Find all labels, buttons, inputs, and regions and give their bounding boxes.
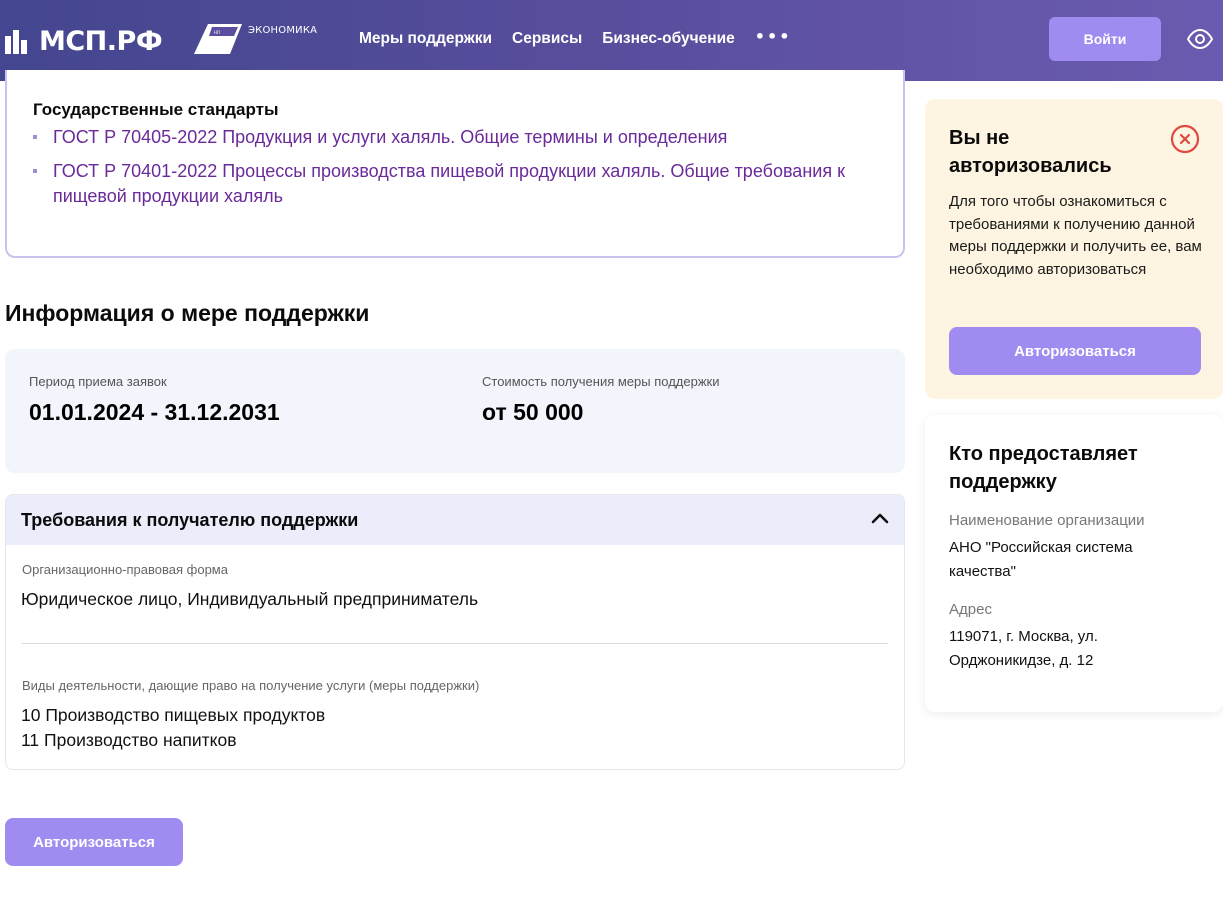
address-label: Адрес [949, 601, 992, 618]
national-project-logo[interactable]: НП ЭКОНОМИКА [194, 22, 317, 56]
close-icon[interactable] [1170, 124, 1200, 154]
provider-title: Кто предоставляет поддержку [949, 443, 1138, 493]
support-info-heading: Информация о мере поддержки [5, 300, 370, 326]
chevron-up-icon[interactable] [870, 511, 890, 525]
divider [22, 643, 888, 644]
period-label: Период приема заявок [29, 374, 167, 389]
period-value: 01.01.2024 - 31.12.2031 [29, 399, 280, 425]
period-block: Период приема заявок 01.01.2024 - 31.12.… [29, 374, 280, 426]
legal-form-value: Юридическое лицо, Индивидуальный предпри… [21, 589, 479, 609]
standard-link[interactable]: ГОСТ Р 70401-2022 Процессы производства … [29, 159, 889, 209]
national-project-label: ЭКОНОМИКА [248, 25, 318, 36]
legal-form-label: Организационно-правовая форма [22, 562, 228, 577]
notice-title: Вы не авторизовались [949, 127, 1112, 177]
accessibility-eye-icon[interactable] [1187, 28, 1213, 50]
notice-authorize-button[interactable]: Авторизоваться [949, 327, 1201, 375]
address-value: 119071, г. Москва, ул. Орджоникидзе, д. … [949, 628, 1098, 669]
org-label: Наименование организации [949, 512, 1145, 529]
login-button[interactable]: Войти [1049, 17, 1161, 61]
logo-mark-icon [5, 29, 33, 54]
org-value: АНО "Российская система качества" [949, 539, 1133, 580]
main-nav: Меры поддержки Сервисы Бизнес-обучение •… [359, 27, 792, 48]
requirements-title: Требования к получателю поддержки [21, 509, 359, 530]
activity-item: 11 Производство напитков [21, 730, 237, 750]
requirements-header[interactable]: Требования к получателю поддержки [6, 495, 904, 545]
nav-support-measures[interactable]: Меры поддержки [359, 30, 492, 48]
activity-item: 10 Производство пищевых продуктов [21, 705, 326, 725]
svg-text:НП: НП [214, 30, 220, 35]
support-info-box: Период приема заявок 01.01.2024 - 31.12.… [5, 349, 905, 473]
more-menu-icon[interactable]: ••• [755, 27, 792, 46]
requirements-accordion: Требования к получателю поддержки Органи… [5, 494, 905, 770]
standards-title: Государственные стандарты [33, 100, 279, 119]
cost-value: от 50 000 [482, 399, 584, 425]
provider-card: Кто предоставляет поддержку Наименование… [925, 415, 1223, 712]
standard-link[interactable]: ГОСТ Р 70405-2022 Продукция и услуги хал… [29, 125, 889, 150]
authorize-button[interactable]: Авторизоваться [5, 818, 183, 866]
nav-business-training[interactable]: Бизнес-обучение [602, 30, 735, 48]
logo-text: МСП.РФ [39, 26, 163, 57]
nav-services[interactable]: Сервисы [512, 30, 582, 48]
site-header: МСП.РФ НП ЭКОНОМИКА Меры поддержки Серви… [0, 0, 1223, 81]
cost-block: Стоимость получения меры поддержки от 50… [482, 374, 719, 426]
national-project-icon: НП [194, 24, 242, 54]
cost-label: Стоимость получения меры поддержки [482, 374, 720, 389]
standards-list: ГОСТ Р 70405-2022 Продукция и услуги хал… [29, 125, 889, 218]
not-authorized-notice: Вы не авторизовались Для того чтобы озна… [925, 99, 1223, 399]
activity-label: Виды деятельности, дающие право на получ… [22, 678, 480, 693]
msp-logo[interactable]: МСП.РФ [5, 26, 163, 57]
standards-card: Государственные стандарты ГОСТ Р 70405-2… [5, 70, 905, 258]
notice-text: Для того чтобы ознакомиться с требования… [949, 193, 1202, 278]
